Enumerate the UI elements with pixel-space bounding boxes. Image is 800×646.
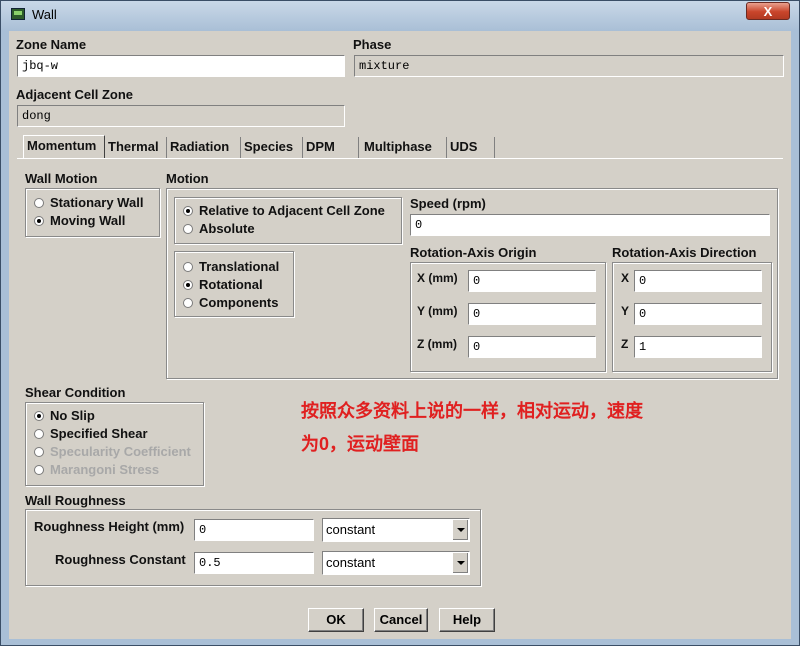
adjacent-cell-zone-label: Adjacent Cell Zone [16,87,134,102]
roughness-constant-label: Roughness Constant [55,552,186,567]
tab-thermal[interactable]: Thermal [105,137,167,159]
shear-condition-group: No Slip Specified Shear Specularity Coef… [25,402,204,486]
help-button[interactable]: Help [439,608,495,632]
tab-radiation[interactable]: Radiation [167,137,241,159]
speed-field[interactable]: 0 [410,214,770,236]
roughness-constant-field[interactable]: 0.5 [194,552,314,574]
marangoni-stress-radio: Marangoni Stress [34,462,159,478]
specified-shear-radio[interactable]: Specified Shear [34,426,148,442]
motion-label: Motion [166,171,209,186]
shear-condition-label: Shear Condition [25,385,126,400]
axis-direction-group: X 0 Y 0 Z 1 [612,262,772,372]
chevron-down-icon[interactable] [452,553,468,573]
tab-multiphase[interactable]: Multiphase [361,137,447,159]
speed-label: Speed (rpm) [410,196,486,211]
adjacent-cell-zone-field: dong [17,105,345,127]
wall-motion-group: Stationary Wall Moving Wall [25,188,160,237]
phase-label: Phase [353,37,392,52]
momentum-panel: Wall Motion Stationary Wall Moving Wall … [17,158,783,595]
relative-to-adjacent-radio[interactable]: Relative to Adjacent Cell Zone [183,203,385,219]
wall-dialog-window: Wall X Zone Name jbq-w Phase mixture Adj… [0,0,800,646]
translational-radio[interactable]: Translational [183,259,279,275]
origin-y-field[interactable]: 0 [468,303,596,325]
zone-name-field[interactable]: jbq-w [17,55,345,77]
zone-name-label: Zone Name [16,37,87,52]
cancel-button[interactable]: Cancel [374,608,428,632]
wall-roughness-label: Wall Roughness [25,493,126,508]
title-bar[interactable]: Wall X [1,1,799,29]
origin-z-label: Z (mm) [417,337,457,351]
direction-y-label: Y [621,304,630,318]
red-annotation-line-2: 为0，运动壁面 [301,434,420,454]
motion-group: Relative to Adjacent Cell Zone Absolute … [166,188,778,379]
origin-x-field[interactable]: 0 [468,270,596,292]
tab-uds[interactable]: UDS [447,137,495,159]
roughness-height-label: Roughness Height (mm) [34,519,185,534]
ok-button[interactable]: OK [308,608,364,632]
tab-species[interactable]: Species [241,137,303,159]
red-annotation-line-1: 按照众多资料上说的一样，相对运动，速度 [301,401,643,421]
absolute-radio[interactable]: Absolute [183,221,255,237]
rotational-radio[interactable]: Rotational [183,277,263,293]
axis-origin-group: X (mm) 0 Y (mm) 0 Z (mm) 0 [410,262,606,372]
window-title: Wall [32,7,57,22]
roughness-constant-method-dropdown[interactable]: constant [322,551,470,575]
motion-reference-group: Relative to Adjacent Cell Zone Absolute [174,197,402,244]
close-button[interactable]: X [746,2,790,20]
no-slip-radio[interactable]: No Slip [34,408,95,424]
direction-y-field[interactable]: 0 [634,303,762,325]
axis-origin-label: Rotation-Axis Origin [410,245,537,260]
axis-direction-label: Rotation-Axis Direction [612,245,757,260]
specularity-coefficient-radio: Specularity Coefficient [34,444,191,460]
tab-momentum[interactable]: Momentum [23,135,105,159]
origin-y-label: Y (mm) [417,304,458,318]
direction-z-field[interactable]: 1 [634,336,762,358]
wall-motion-label: Wall Motion [25,171,98,186]
direction-x-label: X [621,271,630,285]
chevron-down-icon[interactable] [452,520,468,540]
roughness-height-method-dropdown[interactable]: constant [322,518,470,542]
dialog-body: Zone Name jbq-w Phase mixture Adjacent C… [9,31,791,639]
direction-x-field[interactable]: 0 [634,270,762,292]
tab-dpm[interactable]: DPM [303,137,359,159]
roughness-height-field[interactable]: 0 [194,519,314,541]
app-icon [11,8,25,20]
motion-type-group: Translational Rotational Components [174,251,294,317]
origin-z-field[interactable]: 0 [468,336,596,358]
direction-z-label: Z [621,337,629,351]
wall-roughness-group: Roughness Height (mm) 0 constant Roughne… [25,509,481,586]
stationary-wall-radio[interactable]: Stationary Wall [34,195,143,211]
components-radio[interactable]: Components [183,295,278,311]
origin-x-label: X (mm) [417,271,458,285]
phase-field: mixture [354,55,784,77]
moving-wall-radio[interactable]: Moving Wall [34,213,125,229]
